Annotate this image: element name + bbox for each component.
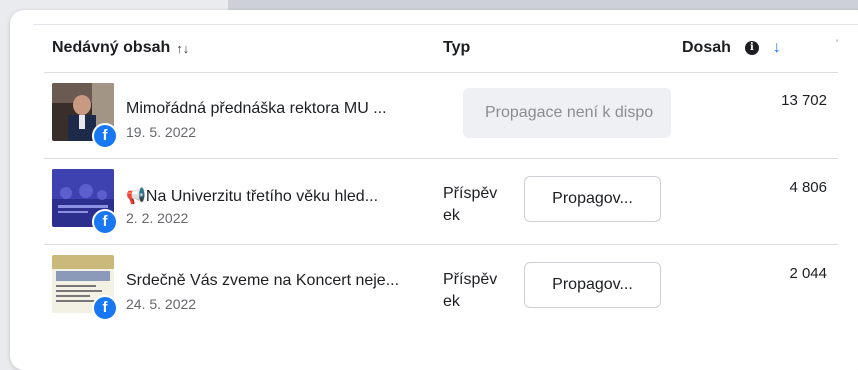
row-divider	[44, 72, 838, 73]
card-top-border	[33, 24, 858, 25]
reach-value: 13 702	[781, 92, 827, 109]
post-thumbnail[interactable]: f	[52, 83, 118, 149]
column-header-label: Dosah	[682, 39, 731, 56]
arrow-down-icon[interactable]: ↓	[773, 39, 781, 57]
post-type-line: ek	[443, 293, 460, 310]
row-divider	[44, 244, 838, 245]
post-title[interactable]: 📢Na Univerzitu třetího věku hled...	[126, 186, 378, 206]
post-title[interactable]: Mimořádná přednáška rektora MU ...	[126, 100, 387, 118]
post-thumbnail[interactable]: f	[52, 169, 118, 235]
column-header-label: Nedávný obsah	[52, 39, 171, 56]
facebook-icon: f	[92, 209, 118, 235]
sort-up-down-icon[interactable]: ↑↓	[176, 41, 189, 56]
column-header-reach[interactable]: Dosah i ↓	[682, 39, 781, 57]
post-type: Příspěv ek	[443, 183, 513, 227]
post-date: 19. 5. 2022	[126, 124, 197, 140]
column-header-label: Typ	[443, 39, 471, 56]
promote-button[interactable]: Propagov...	[524, 176, 661, 222]
post-type-line: Příspěv	[443, 271, 498, 288]
post-type-line: ek	[443, 207, 460, 224]
post-thumbnail[interactable]: f	[52, 255, 118, 321]
reach-value: 4 806	[789, 179, 827, 196]
facebook-icon: f	[92, 123, 118, 149]
column-header-type[interactable]: Typ	[443, 39, 470, 57]
promote-unavailable-box: Propagace není k dispo	[463, 88, 671, 138]
reach-value: 2 044	[789, 265, 827, 282]
post-date: 2. 2. 2022	[126, 210, 189, 226]
promote-unavailable-label: Propagace není k dispo	[485, 104, 654, 121]
post-date: 24. 5. 2022	[126, 296, 197, 312]
promote-button[interactable]: Propagov...	[524, 262, 661, 308]
column-divider-mark: '	[836, 38, 839, 50]
post-type-line: Příspěv	[443, 185, 498, 202]
post-title[interactable]: Srdečně Vás zveme na Koncert neje...	[126, 272, 399, 290]
facebook-icon: f	[92, 295, 118, 321]
promote-button-label: Propagov...	[552, 276, 633, 293]
row-divider	[44, 158, 838, 159]
post-type: Příspěv ek	[443, 269, 513, 313]
info-icon[interactable]: i	[744, 41, 759, 55]
promote-button-label: Propagov...	[552, 190, 633, 207]
column-header-recent-content[interactable]: Nedávný obsah ↑↓	[52, 39, 189, 57]
